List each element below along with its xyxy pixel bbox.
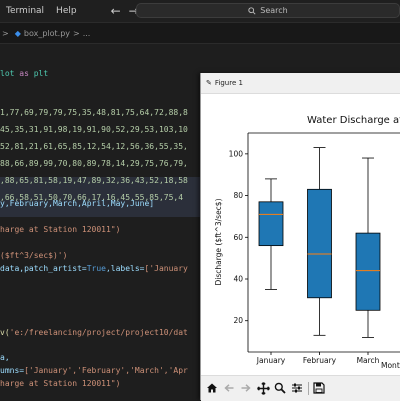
home-icon[interactable] (204, 380, 220, 396)
box (258, 201, 284, 247)
zoom-icon[interactable] (272, 380, 288, 396)
matplotlib-logo-icon: ✎ (206, 79, 212, 87)
code-line-data: 52,81,21,61,65,85,12,54,12,56,36,55,35, (0, 142, 188, 151)
breadcrumb-separator-2: > (73, 28, 80, 38)
figure-window: ✎ Figure 1 Water Discharge at Discharge … (200, 73, 400, 401)
command-center-search[interactable]: Search (136, 3, 400, 18)
breadcrumb-separator: > (2, 28, 9, 38)
code-token: lot (0, 69, 15, 78)
breadcrumb: > ◆ box_plot.py > ... (0, 23, 400, 44)
y-tick-label: 80 (233, 191, 243, 200)
y-tick-label: 40 (233, 275, 243, 284)
code-line-data: 88,66,89,99,70,80,89,78,14,29,75,76,79, (0, 159, 188, 168)
pan-icon[interactable] (255, 380, 271, 396)
code-token: ['January','February','March','Apr (24, 366, 188, 375)
code-token: ,patch_artist= (19, 264, 87, 273)
menu-help[interactable]: Help (50, 6, 83, 16)
forward-icon[interactable] (238, 380, 254, 396)
breadcrumb-more[interactable]: ... (83, 29, 91, 38)
back-icon[interactable] (221, 380, 237, 396)
code-line-readcsv: v('e:/freelancing/project/project10/dat (0, 327, 188, 339)
code-token: data (0, 264, 20, 273)
code-token: umns= (0, 366, 25, 375)
code-token: ,labels= (105, 264, 145, 273)
x-axis-label: Mont (381, 361, 400, 370)
code-line-boxplot: data,patch_artist=True,labels=['January (0, 263, 188, 275)
code-token: ['January (144, 264, 188, 273)
figure-toolbar (201, 375, 400, 401)
python-file-icon: ◆ (14, 28, 21, 38)
code-line-title: harge at Station 120011") (0, 225, 121, 234)
search-label: Search (260, 6, 288, 15)
y-axis-label: Discharge ($ft^3/sec$) (214, 198, 223, 285)
code-line-title-2: harge at Station 120011") (0, 379, 121, 388)
code-token: as (14, 69, 34, 78)
menu-terminal[interactable]: Terminal (0, 6, 50, 16)
code-token: True (86, 264, 106, 273)
configure-subplots-icon[interactable] (289, 380, 305, 396)
search-icon (248, 6, 256, 15)
code-token: v( (0, 328, 10, 337)
code-token: 'e:/freelancing/project/project10/dat (9, 328, 188, 337)
code-line-import: lot as plt (0, 68, 48, 80)
code-line-data: 1,77,69,79,79,75,35,48,81,75,64,72,88,8 (0, 108, 188, 117)
back-arrow-icon[interactable]: ← (111, 4, 121, 18)
y-tick-label: 60 (233, 233, 243, 242)
box (307, 188, 332, 299)
figure-titlebar: ✎ Figure 1 (201, 73, 400, 94)
save-icon[interactable] (311, 380, 327, 396)
window-titlebar: Terminal Help ← → Search (0, 0, 400, 23)
code-line-ylabel: ($ft^3/sec$)') (0, 251, 68, 260)
y-tick-label: 100 (229, 149, 244, 158)
code-line-data: ,88,65,81,58,19,47,89,32,36,43,52,18,58 (0, 176, 188, 185)
x-tick-label: March (357, 356, 380, 365)
toolbar-separator (308, 382, 309, 395)
breadcrumb-file[interactable]: box_plot.py (24, 29, 70, 38)
box (355, 232, 381, 311)
x-tick-label: January (256, 356, 286, 365)
code-token: plt (33, 69, 49, 78)
code-line-data: 45,35,31,91,98,19,91,90,52,29,53,103,10 (0, 125, 188, 134)
x-tick-label: February (303, 356, 337, 365)
figure-title: Figure 1 (214, 79, 243, 87)
code-line-columns: umns=['January','February','March','Apr (0, 365, 188, 377)
code-line-months: y,February,March,April,May,June] (0, 199, 155, 208)
boxplot-chart: Water Discharge at Discharge ($ft^3/sec$… (214, 115, 400, 370)
code-line-data-assign: a, (0, 353, 10, 362)
chart-title: Water Discharge at (307, 115, 400, 126)
y-tick-label: 20 (233, 316, 243, 325)
